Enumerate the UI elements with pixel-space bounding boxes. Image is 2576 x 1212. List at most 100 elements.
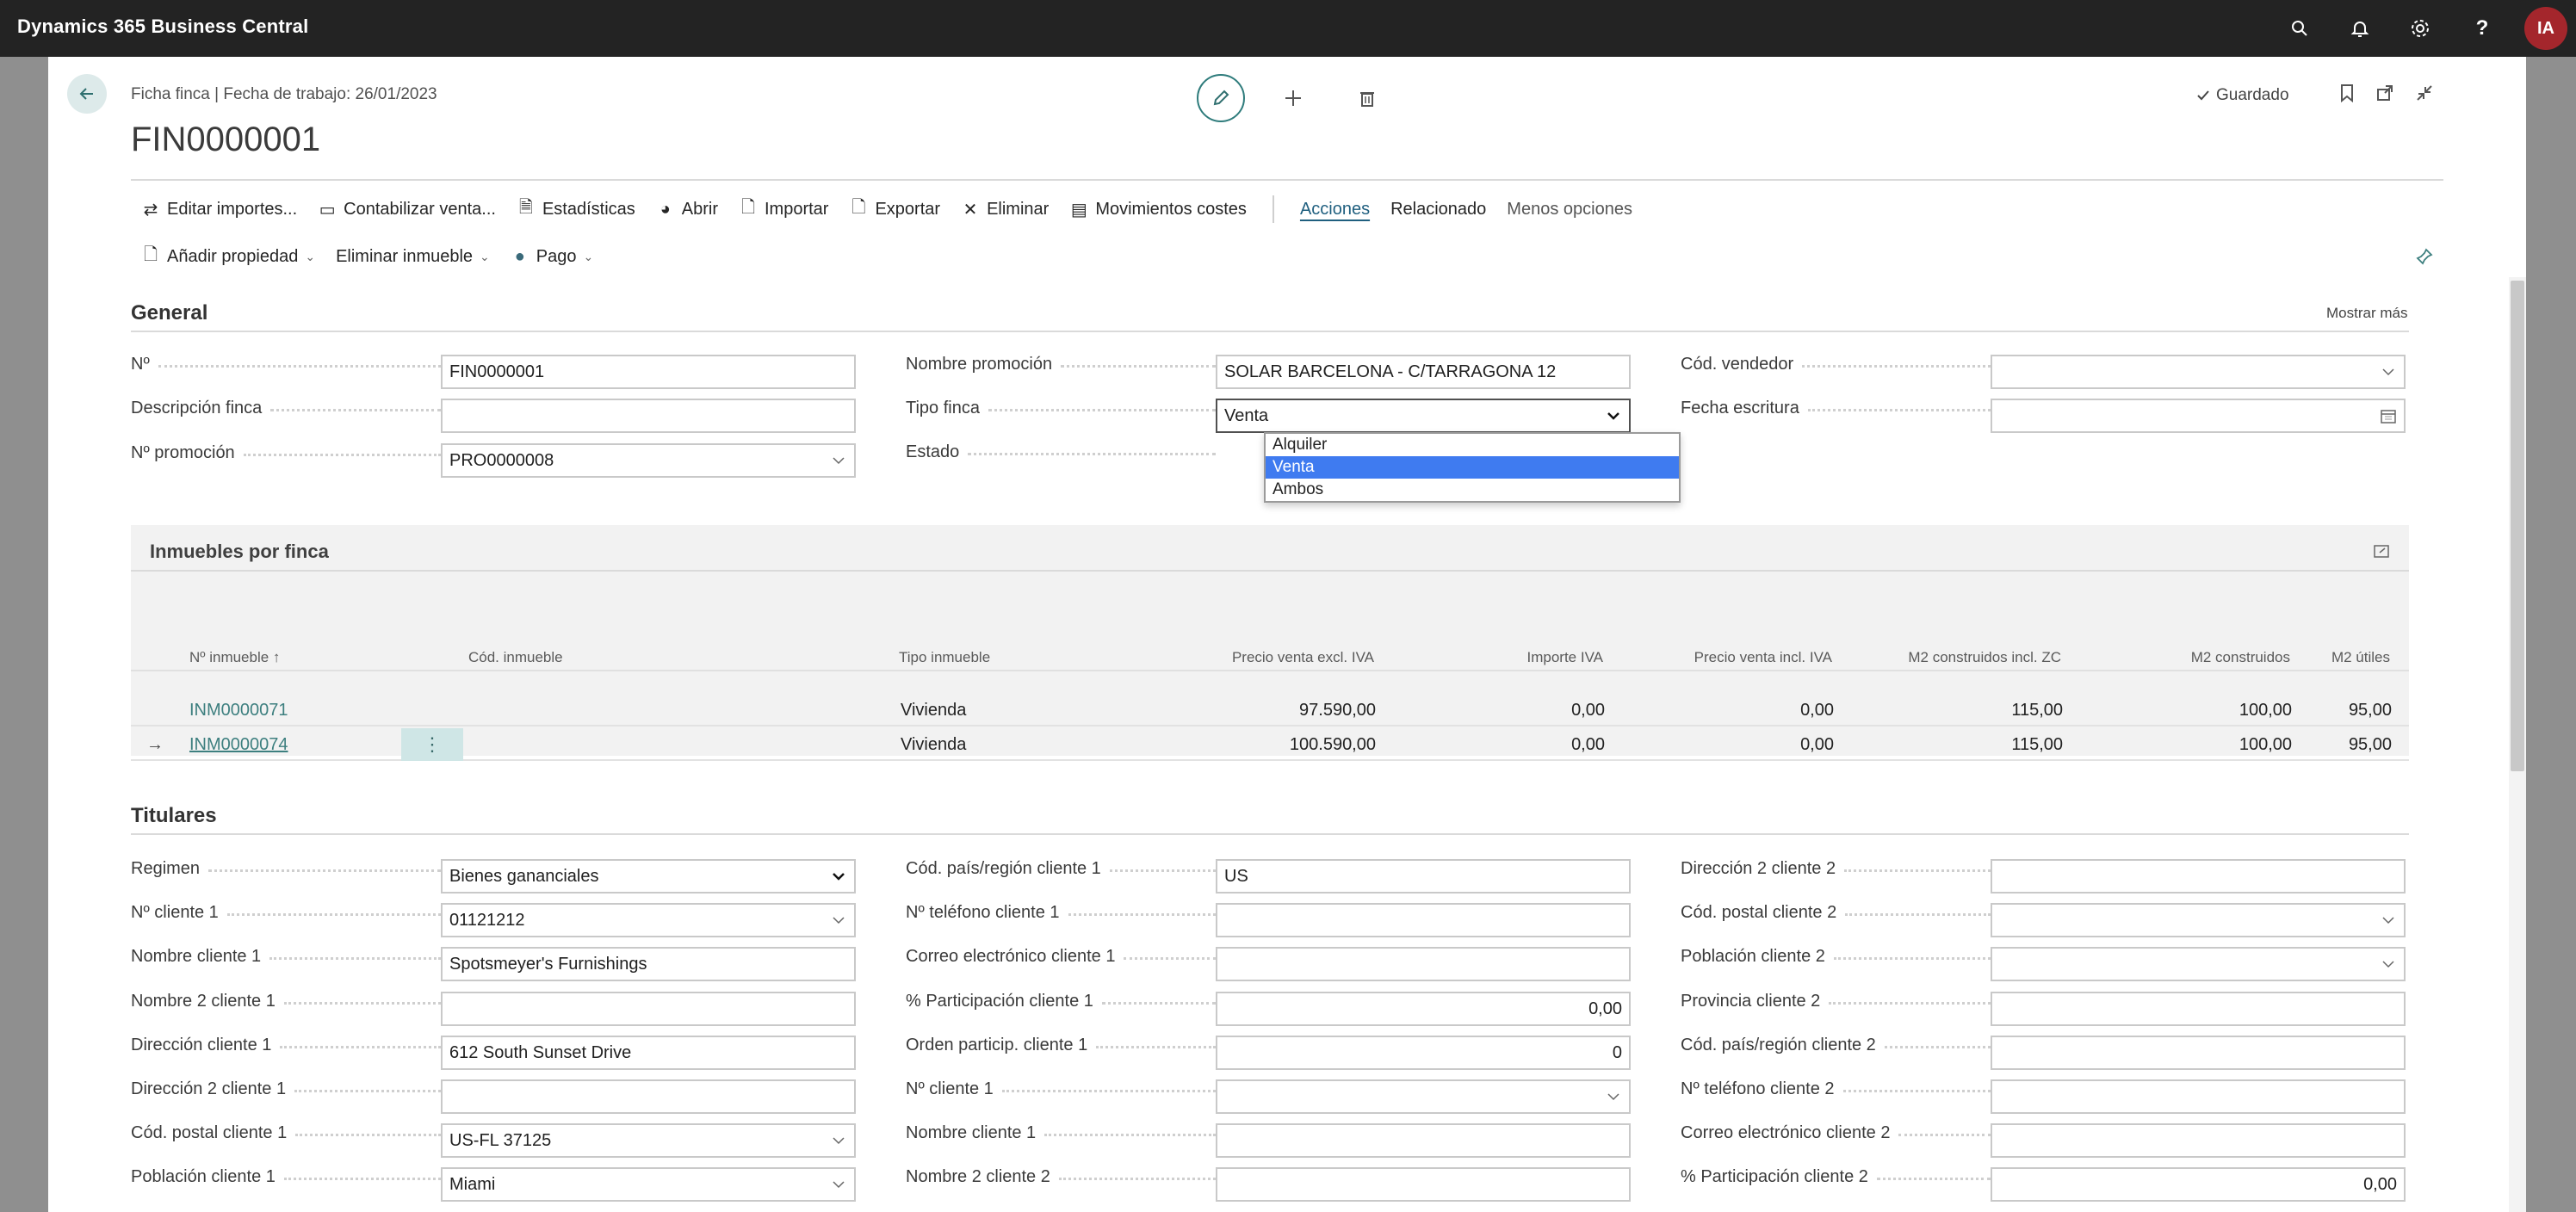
statistics-action[interactable]: 🗎 Estadísticas: [506, 198, 646, 220]
customer1-postcode-field[interactable]: US-FL 37125: [441, 1123, 856, 1158]
property-no-link[interactable]: INM0000071: [189, 701, 288, 720]
deed-date-field[interactable]: [1991, 399, 2406, 433]
chevron-down-icon: ⌄: [480, 249, 490, 263]
customer1-city-field[interactable]: Miami: [441, 1167, 856, 1202]
collapse-icon[interactable]: [2409, 77, 2440, 108]
holders-section-title[interactable]: Titulares: [131, 804, 217, 828]
bell-icon[interactable]: [2347, 15, 2373, 41]
open-new-window-icon[interactable]: [2369, 77, 2400, 108]
pin-icon[interactable]: [2409, 241, 2440, 272]
customer1-address2-field[interactable]: [441, 1079, 856, 1114]
edit-amounts-action[interactable]: ⇄ Editar importes...: [131, 200, 307, 220]
table-row[interactable]: → INM0000074 ⋮ Vivienda 100.590,00 0,00 …: [131, 728, 2409, 761]
customer1-country-field[interactable]: US: [1216, 859, 1631, 894]
promotion-name-field[interactable]: SOLAR BARCELONA - C/TARRAGONA 12: [1216, 355, 1631, 389]
customer1-order-field[interactable]: 0: [1216, 1036, 1631, 1070]
general-section-title[interactable]: General: [131, 301, 207, 325]
expand-part-icon[interactable]: [2366, 535, 2397, 566]
table-row[interactable]: INM0000071 Vivienda 97.590,00 0,00 0,00 …: [131, 694, 2409, 727]
customer1-name-field[interactable]: Spotsmeyer's Furnishings: [441, 947, 856, 981]
customer2-city-field[interactable]: [1991, 947, 2406, 981]
help-icon[interactable]: ?: [2469, 15, 2495, 41]
customer-no-field[interactable]: [1216, 1079, 1631, 1114]
tab-acciones[interactable]: Acciones: [1290, 200, 1380, 220]
salesperson-label: Cód. vendedor: [1681, 355, 1991, 374]
search-icon[interactable]: [2287, 15, 2313, 41]
column-header[interactable]: M2 útiles: [2331, 649, 2390, 666]
no-field[interactable]: FIN0000001: [441, 355, 856, 389]
customer1-name2-field[interactable]: [441, 992, 856, 1026]
vat-amount-cell: 0,00: [1571, 735, 1605, 754]
app-title[interactable]: Dynamics 365 Business Central: [17, 15, 308, 38]
description-field[interactable]: [441, 399, 856, 433]
customer1-address-field[interactable]: 612 South Sunset Drive: [441, 1036, 856, 1070]
column-header[interactable]: Precio venta excl. IVA: [1232, 649, 1374, 666]
customer2-province-field[interactable]: [1991, 992, 2406, 1026]
scrollbar-thumb[interactable]: [2511, 281, 2524, 771]
bookmark-icon[interactable]: [2331, 77, 2362, 108]
column-header[interactable]: M2 construidos incl. ZC: [1908, 649, 2061, 666]
back-button[interactable]: [67, 74, 107, 114]
customer1-order-label: Orden particip. cliente 1: [906, 1036, 1216, 1055]
remove-property-menu[interactable]: Eliminar inmueble ⌄: [325, 247, 500, 267]
customer2-share-field[interactable]: 0,00: [1991, 1167, 2406, 1202]
customer-name-field[interactable]: [1216, 1123, 1631, 1158]
action-bar-secondary: 🗋 Añadir propiedad ⌄ Eliminar inmueble ⌄ ● P…: [131, 239, 604, 274]
new-button[interactable]: [1278, 83, 1309, 114]
customer1-share-label: % Participación cliente 1: [906, 992, 1216, 1011]
action-label: Contabilizar venta...: [344, 199, 496, 219]
dropdown-option-selected[interactable]: Venta: [1266, 456, 1679, 479]
calendar-icon[interactable]: [2380, 407, 2397, 424]
customer1-phone-field[interactable]: [1216, 903, 1631, 937]
regime-select[interactable]: Bienes gananciales: [441, 859, 856, 894]
field-value: Miami: [449, 1174, 496, 1194]
holders-divider: [131, 833, 2409, 835]
fewer-options-button[interactable]: Menos opciones: [1496, 200, 1643, 220]
cost-entries-action[interactable]: ▤ Movimientos costes: [1059, 200, 1257, 220]
customer-no-label: Nº cliente 1: [906, 1079, 1216, 1099]
salesperson-field[interactable]: [1991, 355, 2406, 389]
chevron-down-icon: [833, 917, 845, 924]
properties-part-title[interactable]: Inmuebles por finca: [150, 541, 329, 563]
edit-button[interactable]: [1197, 74, 1245, 122]
customer1-email-field[interactable]: [1216, 947, 1631, 981]
type-select[interactable]: Venta: [1216, 399, 1631, 433]
customer2-country-field[interactable]: [1991, 1036, 2406, 1070]
column-header[interactable]: Nº inmueble ↑: [189, 649, 280, 666]
column-header[interactable]: Importe IVA: [1527, 649, 1604, 666]
customer1-name2-label: Nombre 2 cliente 1: [131, 992, 441, 1011]
open-action[interactable]: ◕ Abrir: [646, 200, 728, 220]
show-more-link[interactable]: Mostrar más: [2326, 305, 2407, 322]
column-header[interactable]: Cód. inmueble: [468, 649, 563, 666]
export-action[interactable]: 🗋 Exportar: [839, 198, 951, 220]
gear-icon[interactable]: [2407, 15, 2433, 41]
row-actions-button[interactable]: ⋮: [401, 728, 463, 761]
import-action[interactable]: 🗋 Importar: [728, 198, 839, 220]
customer2-postcode-field[interactable]: [1991, 903, 2406, 937]
customer2-name2-field[interactable]: [1216, 1167, 1631, 1202]
payment-menu[interactable]: ● Pago ⌄: [500, 247, 604, 267]
customer1-share-field[interactable]: 0,00: [1216, 992, 1631, 1026]
dropdown-option[interactable]: Ambos: [1266, 479, 1679, 501]
add-property-menu[interactable]: 🗋 Añadir propiedad ⌄: [131, 245, 325, 267]
customer1-country-label: Cód. país/región cliente 1: [906, 859, 1216, 879]
post-sale-action[interactable]: ▭ Contabilizar venta...: [307, 200, 506, 220]
customer2-email-field[interactable]: [1991, 1123, 2406, 1158]
property-no-link[interactable]: INM0000074: [189, 735, 288, 755]
tab-relacionado[interactable]: Relacionado: [1380, 200, 1496, 220]
m2-built-cell: 100,00: [2239, 701, 2292, 720]
m2-built-zc-cell: 115,00: [2011, 701, 2063, 720]
customer2-phone-field[interactable]: [1991, 1079, 2406, 1114]
column-header[interactable]: Tipo inmueble: [899, 649, 990, 666]
dropdown-option[interactable]: Alquiler: [1266, 434, 1679, 456]
delete-button[interactable]: [1352, 83, 1383, 114]
column-header[interactable]: M2 construidos: [2191, 649, 2290, 666]
customer1-no-field[interactable]: 01121212: [441, 903, 856, 937]
delete-action[interactable]: ✕ Eliminar: [951, 200, 1059, 220]
action-label: Estadísticas: [542, 199, 635, 219]
customer2-address2-field[interactable]: [1991, 859, 2406, 894]
customer2-country-label: Cód. país/región cliente 2: [1681, 1036, 1991, 1055]
column-header[interactable]: Precio venta incl. IVA: [1694, 649, 1832, 666]
promotion-no-field[interactable]: PRO0000008: [441, 443, 856, 478]
avatar[interactable]: IA: [2524, 7, 2567, 50]
